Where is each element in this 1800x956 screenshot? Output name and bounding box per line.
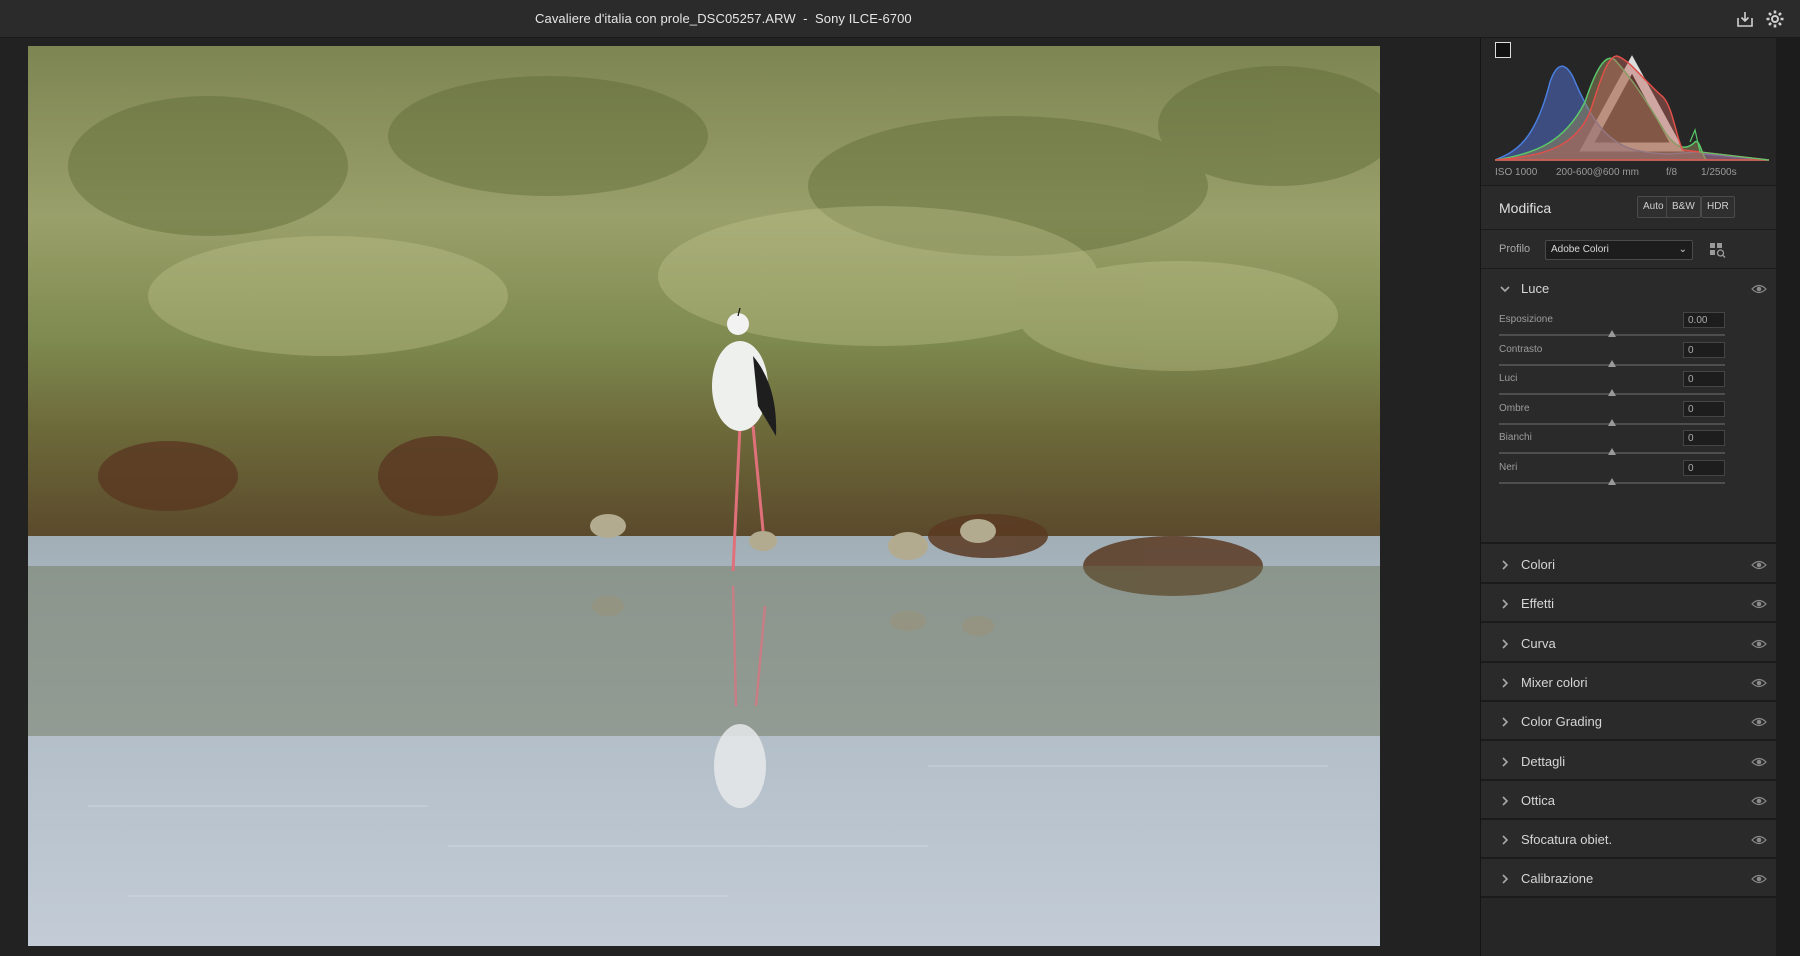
slider-row-neri: Neri 0	[1481, 459, 1777, 490]
slider-row-luci: Luci 0	[1481, 371, 1777, 401]
chevron-right-icon	[1502, 796, 1509, 806]
slider-label: Neri	[1499, 461, 1518, 473]
section-color-grading[interactable]: Color Grading	[1481, 703, 1777, 742]
eye-icon[interactable]	[1751, 833, 1767, 847]
eye-icon[interactable]	[1751, 794, 1767, 808]
section-mixer-colori[interactable]: Mixer colori	[1481, 663, 1777, 702]
profile-value: Adobe Colori	[1551, 244, 1609, 255]
profile-dropdown[interactable]: Adobe Colori ⌄	[1545, 240, 1693, 260]
slider-row-ombre: Ombre 0	[1481, 400, 1777, 431]
section-label: Mixer colori	[1521, 674, 1588, 690]
window-title: Cavaliere d'italia con prole_DSC05257.AR…	[535, 11, 912, 26]
gear-icon[interactable]	[1764, 8, 1786, 30]
eye-icon[interactable]	[1751, 676, 1767, 690]
chevron-right-icon	[1502, 717, 1509, 727]
section-label: Colori	[1521, 557, 1555, 572]
slider-track[interactable]	[1499, 418, 1725, 426]
iso-readout: ISO 1000	[1495, 167, 1538, 178]
section-colori[interactable]: Colori	[1481, 546, 1777, 584]
auto-button[interactable]: Auto	[1637, 196, 1670, 218]
eye-icon[interactable]	[1751, 637, 1767, 651]
section-ottica[interactable]: Ottica	[1481, 781, 1777, 820]
slider-label: Luci	[1499, 373, 1518, 384]
section-label: Color Grading	[1521, 714, 1602, 730]
hdr-button[interactable]: HDR	[1701, 196, 1735, 218]
slider-row-esposizione: Esposizione 0.00	[1481, 312, 1777, 342]
slider-track[interactable]	[1499, 389, 1725, 396]
slider-row-contrasto: Contrasto 0	[1481, 341, 1777, 372]
eye-icon[interactable]	[1751, 597, 1767, 611]
edit-panel: ISO 1000 200-600@600 mm f/8 1/2500s Modi…	[1480, 38, 1800, 956]
slider-track[interactable]	[1499, 359, 1725, 367]
histogram: ISO 1000 200-600@600 mm f/8 1/2500s	[1481, 38, 1777, 186]
slider-value-input[interactable]: 0	[1683, 430, 1725, 446]
slider-label: Ombre	[1499, 402, 1530, 414]
panel-empty-area	[1481, 898, 1777, 956]
section-effetti[interactable]: Effetti	[1481, 585, 1777, 624]
eye-icon[interactable]	[1751, 755, 1767, 769]
slider-value-input[interactable]: 0.00	[1683, 312, 1725, 328]
lens-readout: 200-600@600 mm	[1556, 167, 1639, 178]
chevron-right-icon	[1502, 560, 1509, 570]
section-label: Sfocatura obiet.	[1521, 832, 1613, 848]
chevron-right-icon	[1502, 756, 1509, 767]
slider-thumb[interactable]	[1608, 359, 1616, 367]
slider-track[interactable]	[1499, 477, 1725, 485]
eye-icon[interactable]	[1751, 282, 1767, 296]
panel-scrollbar[interactable]	[1776, 38, 1800, 956]
profile-browser-icon[interactable]	[1709, 242, 1727, 258]
chevron-right-icon	[1502, 874, 1509, 884]
slider-value-input[interactable]: 0	[1683, 341, 1725, 358]
image-canvas[interactable]	[0, 38, 1480, 956]
profile-label: Profilo	[1499, 243, 1531, 255]
aperture-readout: f/8	[1666, 167, 1678, 178]
section-curva[interactable]: Curva	[1481, 624, 1777, 663]
edit-title: Modifica	[1499, 200, 1552, 216]
histogram-graph	[1495, 55, 1769, 161]
slider-thumb[interactable]	[1608, 477, 1616, 485]
section-calibrazione[interactable]: Calibrazione	[1481, 860, 1777, 899]
slider-label: Esposizione	[1499, 314, 1553, 325]
chevron-right-icon	[1502, 835, 1509, 845]
save-download-icon[interactable]	[1734, 8, 1756, 30]
edit-panel-content: ISO 1000 200-600@600 mm f/8 1/2500s Modi…	[1481, 38, 1777, 956]
slider-row-bianchi: Bianchi 0	[1481, 430, 1777, 460]
shutter-readout: 1/2500s	[1701, 167, 1737, 178]
edit-header: Modifica Auto B&W HDR	[1481, 186, 1777, 230]
slider-label: Contrasto	[1499, 343, 1543, 355]
chevron-down-icon	[1500, 286, 1510, 293]
eye-icon[interactable]	[1751, 872, 1767, 886]
section-label: Effetti	[1521, 596, 1555, 612]
section-label: Curva	[1521, 635, 1556, 651]
chevron-right-icon	[1502, 678, 1509, 688]
slider-thumb[interactable]	[1608, 389, 1616, 396]
slider-track[interactable]	[1499, 448, 1725, 455]
slider-thumb[interactable]	[1608, 448, 1616, 455]
section-label: Calibrazione	[1521, 871, 1594, 887]
section-label: Ottica	[1521, 792, 1555, 808]
section-luce: Luce Esposizione 0.00 Contrasto 0 Luci 0 Ombre…	[1481, 270, 1777, 544]
bw-button[interactable]: B&W	[1666, 196, 1701, 218]
section-luce-label: Luce	[1521, 281, 1550, 296]
eye-icon[interactable]	[1751, 715, 1767, 729]
chevron-right-icon	[1502, 639, 1509, 649]
eye-icon[interactable]	[1751, 558, 1767, 572]
slider-track[interactable]	[1499, 330, 1725, 337]
section-dettagli[interactable]: Dettagli	[1481, 742, 1777, 781]
profile-row: Profilo Adobe Colori ⌄	[1481, 231, 1777, 269]
slider-value-input[interactable]: 0	[1683, 400, 1725, 417]
chevron-right-icon	[1502, 599, 1509, 609]
slider-value-input[interactable]: 0	[1683, 371, 1725, 387]
slider-label: Bianchi	[1499, 432, 1532, 443]
chevron-down-icon: ⌄	[1678, 244, 1687, 255]
title-bar: Cavaliere d'italia con prole_DSC05257.AR…	[0, 0, 1800, 38]
slider-value-input[interactable]: 0	[1683, 459, 1725, 476]
section-luce-header[interactable]: Luce	[1481, 270, 1777, 308]
slider-thumb[interactable]	[1608, 418, 1616, 426]
slider-thumb[interactable]	[1608, 330, 1616, 337]
section-label: Dettagli	[1521, 753, 1566, 769]
section-sfocatura-obiet[interactable]: Sfocatura obiet.	[1481, 821, 1777, 860]
photo-preview[interactable]	[28, 46, 1380, 946]
